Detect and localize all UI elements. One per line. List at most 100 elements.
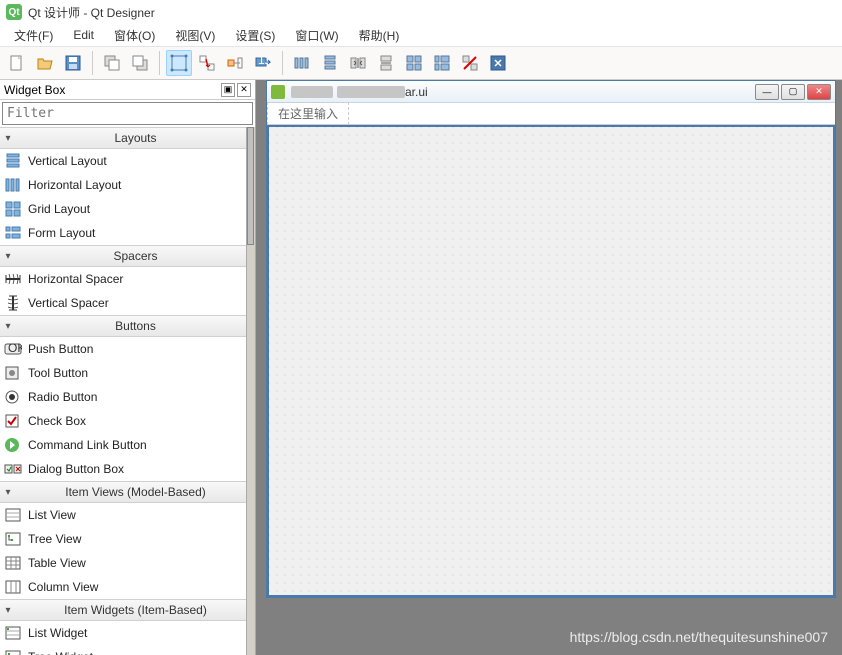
- svg-text:OK: OK: [8, 341, 22, 355]
- category-item-widgets-item-based-[interactable]: ▾Item Widgets (Item-Based): [0, 599, 255, 621]
- widget-item-label: Tool Button: [28, 366, 88, 380]
- gridlayout-icon: [4, 200, 22, 218]
- canvas-area: ar.ui — ▢ ✕ 在这里输入 https://blog.csdn.net/…: [256, 80, 842, 655]
- category-item-views-model-based-[interactable]: ▾Item Views (Model-Based): [0, 481, 255, 503]
- category-buttons[interactable]: ▾Buttons: [0, 315, 255, 337]
- widget-item-tree-view[interactable]: Tree View: [0, 527, 255, 551]
- widget-item-label: Dialog Button Box: [28, 462, 124, 476]
- form-titlebar[interactable]: ar.ui — ▢ ✕: [267, 81, 835, 103]
- widget-item-list-widget[interactable]: List Widget: [0, 621, 255, 645]
- widget-item-table-view[interactable]: Table View: [0, 551, 255, 575]
- form-menubar[interactable]: 在这里输入: [267, 103, 835, 125]
- save-file-button[interactable]: [60, 50, 86, 76]
- menu-placeholder[interactable]: 在这里输入: [267, 102, 349, 125]
- widget-item-label: Tree View: [28, 532, 81, 546]
- send-back-button[interactable]: [99, 50, 125, 76]
- menu-help[interactable]: 帮助(H): [349, 25, 410, 46]
- widget-item-label: Vertical Layout: [28, 154, 107, 168]
- qt-app-icon: Qt: [6, 4, 22, 20]
- open-file-button[interactable]: [32, 50, 58, 76]
- scrollbar-track[interactable]: [246, 127, 255, 655]
- horizontal-layout-button[interactable]: [289, 50, 315, 76]
- widget-box-panel: Widget Box ▣ ✕ ▾LayoutsVertical LayoutHo…: [0, 80, 256, 655]
- menu-file[interactable]: 文件(F): [4, 25, 63, 46]
- new-file-button[interactable]: [4, 50, 30, 76]
- menu-settings[interactable]: 设置(S): [225, 25, 285, 46]
- edit-signals-button[interactable]: [194, 50, 220, 76]
- widget-item-horizontal-layout[interactable]: Horizontal Layout: [0, 173, 255, 197]
- expand-icon: ▾: [0, 133, 16, 144]
- widget-item-form-layout[interactable]: Form Layout: [0, 221, 255, 245]
- menu-bar: 文件(F) Edit 窗体(O) 视图(V) 设置(S) 窗口(W) 帮助(H): [0, 24, 842, 46]
- widget-item-tree-widget[interactable]: Tree Widget: [0, 645, 255, 655]
- widget-item-label: Vertical Spacer: [28, 296, 109, 310]
- expand-icon: ▾: [0, 251, 16, 262]
- treeview-icon: [4, 530, 22, 548]
- break-layout-button[interactable]: [457, 50, 483, 76]
- adjust-size-button[interactable]: [485, 50, 511, 76]
- category-label: Item Views (Model-Based): [16, 485, 255, 499]
- scrollbar-thumb[interactable]: [247, 127, 254, 245]
- bring-front-button[interactable]: [127, 50, 153, 76]
- minimize-button[interactable]: —: [755, 84, 779, 100]
- vertical-splitter-button[interactable]: [373, 50, 399, 76]
- menu-edit[interactable]: Edit: [63, 26, 104, 44]
- maximize-button[interactable]: ▢: [781, 84, 805, 100]
- menu-window[interactable]: 窗口(W): [285, 25, 348, 46]
- widget-item-push-button[interactable]: OK Push Button: [0, 337, 255, 361]
- widget-item-label: List Widget: [28, 626, 87, 640]
- dialogbuttonbox-icon: [4, 460, 22, 478]
- widget-item-grid-layout[interactable]: Grid Layout: [0, 197, 255, 221]
- form-window[interactable]: ar.ui — ▢ ✕ 在这里输入: [266, 80, 836, 598]
- widget-item-command-link-button[interactable]: Command Link Button: [0, 433, 255, 457]
- widget-item-horizontal-spacer[interactable]: Horizontal Spacer: [0, 267, 255, 291]
- close-button[interactable]: ✕: [807, 84, 831, 100]
- expand-icon: ▾: [0, 487, 16, 498]
- horizontal-splitter-button[interactable]: [345, 50, 371, 76]
- widget-item-check-box[interactable]: Check Box: [0, 409, 255, 433]
- vertical-layout-button[interactable]: [317, 50, 343, 76]
- widget-item-tool-button[interactable]: Tool Button: [0, 361, 255, 385]
- widget-item-label: Horizontal Layout: [28, 178, 121, 192]
- widget-item-label: Push Button: [28, 342, 93, 356]
- widget-item-label: Radio Button: [28, 390, 97, 404]
- widget-item-radio-button[interactable]: Radio Button: [0, 385, 255, 409]
- obscured-text: [291, 86, 333, 98]
- edit-tab-order-button[interactable]: 123: [250, 50, 276, 76]
- grid-layout-button[interactable]: [401, 50, 427, 76]
- category-label: Item Widgets (Item-Based): [16, 603, 255, 617]
- svg-text:123: 123: [258, 54, 272, 67]
- category-label: Layouts: [16, 131, 255, 145]
- widget-item-vertical-layout[interactable]: Vertical Layout: [0, 149, 255, 173]
- menu-view[interactable]: 视图(V): [165, 25, 225, 46]
- widget-item-dialog-button-box[interactable]: Dialog Button Box: [0, 457, 255, 481]
- widget-item-list-view[interactable]: List View: [0, 503, 255, 527]
- tableview-icon: [4, 554, 22, 572]
- category-layouts[interactable]: ▾Layouts: [0, 127, 255, 149]
- expand-icon: ▾: [0, 605, 16, 616]
- widget-item-label: Horizontal Spacer: [28, 272, 123, 286]
- watermark: https://blog.csdn.net/thequitesunshine00…: [570, 629, 828, 645]
- dock-float-button[interactable]: ▣: [221, 83, 235, 97]
- menu-form[interactable]: 窗体(O): [104, 25, 165, 46]
- dock-close-button[interactable]: ✕: [237, 83, 251, 97]
- widget-item-label: List View: [28, 508, 76, 522]
- form-layout-button[interactable]: [429, 50, 455, 76]
- filter-container: [2, 102, 253, 125]
- widget-item-label: Tree Widget: [28, 650, 93, 655]
- widget-tree[interactable]: ▾LayoutsVertical LayoutHorizontal Layout…: [0, 127, 255, 655]
- filter-input[interactable]: [3, 103, 252, 124]
- columnview-icon: [4, 578, 22, 596]
- widget-item-column-view[interactable]: Column View: [0, 575, 255, 599]
- edit-widgets-button[interactable]: [166, 50, 192, 76]
- formlayout-icon: [4, 224, 22, 242]
- edit-buddies-button[interactable]: [222, 50, 248, 76]
- pushbutton-icon: OK: [4, 340, 22, 358]
- widget-item-vertical-spacer[interactable]: Vertical Spacer: [0, 291, 255, 315]
- listwidget-icon: [4, 624, 22, 642]
- main-area: Widget Box ▣ ✕ ▾LayoutsVertical LayoutHo…: [0, 80, 842, 655]
- radiobutton-icon: [4, 388, 22, 406]
- form-title: ar.ui: [405, 85, 428, 99]
- category-spacers[interactable]: ▾Spacers: [0, 245, 255, 267]
- form-canvas[interactable]: [267, 125, 835, 597]
